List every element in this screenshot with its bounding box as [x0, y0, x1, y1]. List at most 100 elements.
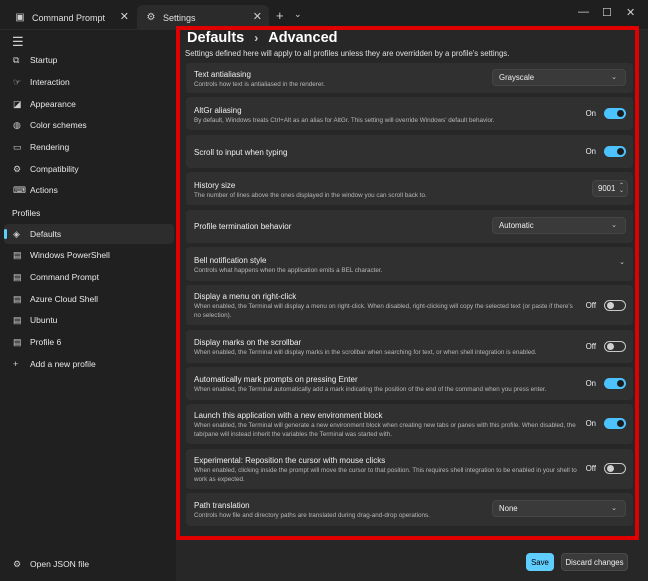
setting-scroll-to-input: Scroll to input when typing On	[186, 135, 633, 168]
minimize-button[interactable]: —	[578, 6, 589, 18]
toggle-state-label: Off	[585, 464, 596, 473]
setting-new-environment-block: Launch this application with a new envir…	[186, 404, 633, 444]
sidebar-item-compatibility[interactable]: ⚙ Compatibility	[4, 159, 174, 179]
sidebar-item-add-new-profile[interactable]: + Add a new profile	[4, 354, 174, 374]
setting-title: Experimental: Reposition the cursor with…	[194, 456, 386, 465]
breadcrumb-root[interactable]: Defaults	[187, 30, 244, 46]
sidebar-item-rendering[interactable]: ▭ Rendering	[4, 137, 174, 157]
sidebar-item-label: Command Prompt	[30, 272, 99, 282]
spin-arrows-icon[interactable]: ⌃ ⌄	[619, 183, 624, 194]
toggle-switch[interactable]	[604, 300, 626, 311]
toggle-state-label: On	[585, 419, 596, 428]
scroll-to-input-toggle[interactable]: On	[586, 146, 626, 157]
tab-label: Command Prompt	[32, 12, 106, 23]
sidebar-item-label: Compatibility	[30, 164, 79, 174]
text-antialiasing-dropdown[interactable]: Grayscale ⌄	[492, 69, 626, 86]
profile-icon: ▤	[13, 336, 22, 347]
altgr-aliasing-toggle[interactable]: On	[586, 108, 626, 119]
discard-changes-button[interactable]: Discard changes	[561, 553, 628, 571]
toggle-state-label: On	[585, 147, 596, 156]
hamburger-menu-icon[interactable]: ☰	[12, 34, 24, 50]
sidebar-item-actions[interactable]: ⌨ Actions	[4, 180, 174, 200]
palette-icon: ◍	[13, 119, 21, 130]
toggle-switch[interactable]	[604, 108, 626, 119]
sidebar-item-label: Add a new profile	[30, 359, 96, 369]
powershell-icon: ▤	[13, 249, 22, 260]
sidebar-item-label: Defaults	[30, 229, 62, 239]
history-size-input[interactable]: 9001 ⌃ ⌄	[592, 180, 628, 197]
setting-text-antialiasing: Text antialiasing Controls how text is a…	[186, 63, 633, 93]
setting-description: When enabled, the Terminal will display …	[194, 303, 573, 319]
scrollbar-marks-toggle[interactable]: Off	[586, 341, 626, 352]
dropdown-value: Grayscale	[499, 73, 535, 82]
setting-title: Scroll to input when typing	[194, 148, 288, 157]
setting-description: The number of lines above the ones displ…	[194, 192, 427, 199]
close-window-button[interactable]: ✕	[626, 6, 635, 19]
chevron-down-icon[interactable]: ⌄	[619, 258, 625, 266]
setting-title: Path translation	[194, 501, 250, 510]
sidebar-item-defaults[interactable]: ◈ Defaults	[4, 224, 174, 244]
sidebar-item-label: Profile 6	[30, 337, 62, 347]
toggle-switch[interactable]	[604, 378, 626, 389]
setting-title: AltGr aliasing	[194, 106, 242, 115]
setting-right-click-menu: Display a menu on right-click When enabl…	[186, 285, 633, 325]
setting-reposition-cursor: Experimental: Reposition the cursor with…	[186, 449, 633, 489]
toggle-switch[interactable]	[604, 418, 626, 429]
appearance-icon: ◪	[13, 98, 22, 109]
setting-title: Launch this application with a new envir…	[194, 411, 383, 420]
tab-dropdown-button[interactable]: ⌄	[294, 9, 302, 20]
chevron-down-icon: ⌄	[611, 222, 617, 229]
setting-history-size: History size The number of lines above t…	[186, 172, 633, 205]
new-tab-button[interactable]: +	[276, 8, 284, 23]
setting-auto-mark-prompts: Automatically mark prompts on pressing E…	[186, 367, 633, 400]
sidebar-item-label: Windows PowerShell	[30, 250, 110, 260]
reposition-cursor-toggle[interactable]: Off	[586, 463, 626, 474]
number-value: 9001	[598, 184, 616, 193]
startup-icon: ⧉	[13, 54, 20, 65]
sidebar-item-profile-6[interactable]: ▤ Profile 6	[4, 332, 174, 352]
sidebar-item-interaction[interactable]: ☞ Interaction	[4, 72, 174, 92]
path-translation-dropdown[interactable]: None ⌄	[492, 500, 626, 517]
cmd-icon: ▤	[13, 271, 22, 282]
setting-title: Display a menu on right-click	[194, 292, 297, 301]
setting-description: Controls what happens when the applicati…	[194, 267, 383, 274]
sidebar-item-windows-powershell[interactable]: ▤ Windows PowerShell	[4, 245, 174, 265]
layers-icon: ◈	[13, 228, 20, 239]
setting-altgr-aliasing: AltGr aliasing By default, Windows treat…	[186, 97, 633, 130]
sidebar-item-label: Actions	[30, 185, 58, 195]
close-tab-icon[interactable]: ✕	[253, 10, 262, 23]
close-tab-icon[interactable]: ✕	[120, 10, 129, 23]
sidebar-item-startup[interactable]: ⧉ Startup	[4, 50, 174, 70]
setting-description: When enabled, the Terminal will display …	[194, 349, 537, 356]
tab-settings[interactable]: ⚙ Settings ✕	[137, 5, 269, 30]
setting-description: By default, Windows treats Ctrl+Alt as a…	[194, 117, 495, 124]
maximize-button[interactable]: ☐	[602, 6, 612, 19]
toggle-switch[interactable]	[604, 146, 626, 157]
open-json-file-link[interactable]: ⚙ Open JSON file	[4, 555, 174, 573]
title-bar: ▣ Command Prompt ✕ ⚙ Settings ✕ + ⌄ — ☐ …	[0, 0, 648, 30]
sidebar-item-label: Appearance	[30, 99, 76, 109]
new-environment-block-toggle[interactable]: On	[586, 418, 626, 429]
compatibility-icon: ⚙	[13, 163, 22, 174]
sidebar-item-appearance[interactable]: ◪ Appearance	[4, 94, 174, 114]
profile-termination-dropdown[interactable]: Automatic ⌄	[492, 217, 626, 234]
sidebar-item-command-prompt[interactable]: ▤ Command Prompt	[4, 267, 174, 287]
save-button[interactable]: Save	[526, 553, 554, 571]
sidebar-item-ubuntu[interactable]: ▤ Ubuntu	[4, 310, 174, 330]
sidebar-item-color-schemes[interactable]: ◍ Color schemes	[4, 115, 174, 135]
azure-icon: ▤	[13, 293, 22, 304]
toggle-switch[interactable]	[604, 341, 626, 352]
right-click-menu-toggle[interactable]: Off	[586, 300, 626, 311]
dropdown-value: None	[499, 504, 518, 513]
setting-profile-termination: Profile termination behavior Automatic ⌄	[186, 210, 633, 243]
setting-bell-notification[interactable]: Bell notification style Controls what ha…	[186, 247, 633, 281]
tab-command-prompt[interactable]: ▣ Command Prompt ✕	[6, 5, 136, 30]
auto-mark-prompts-toggle[interactable]: On	[586, 378, 626, 389]
toggle-state-label: On	[585, 109, 596, 118]
breadcrumb: Defaults › Advanced	[187, 30, 338, 46]
gear-icon: ⚙	[146, 12, 156, 23]
toggle-switch[interactable]	[604, 463, 626, 474]
setting-title: Profile termination behavior	[194, 222, 292, 231]
sidebar-item-azure-cloud-shell[interactable]: ▤ Azure Cloud Shell	[4, 289, 174, 309]
page-subtitle: Settings defined here will apply to all …	[185, 49, 510, 58]
